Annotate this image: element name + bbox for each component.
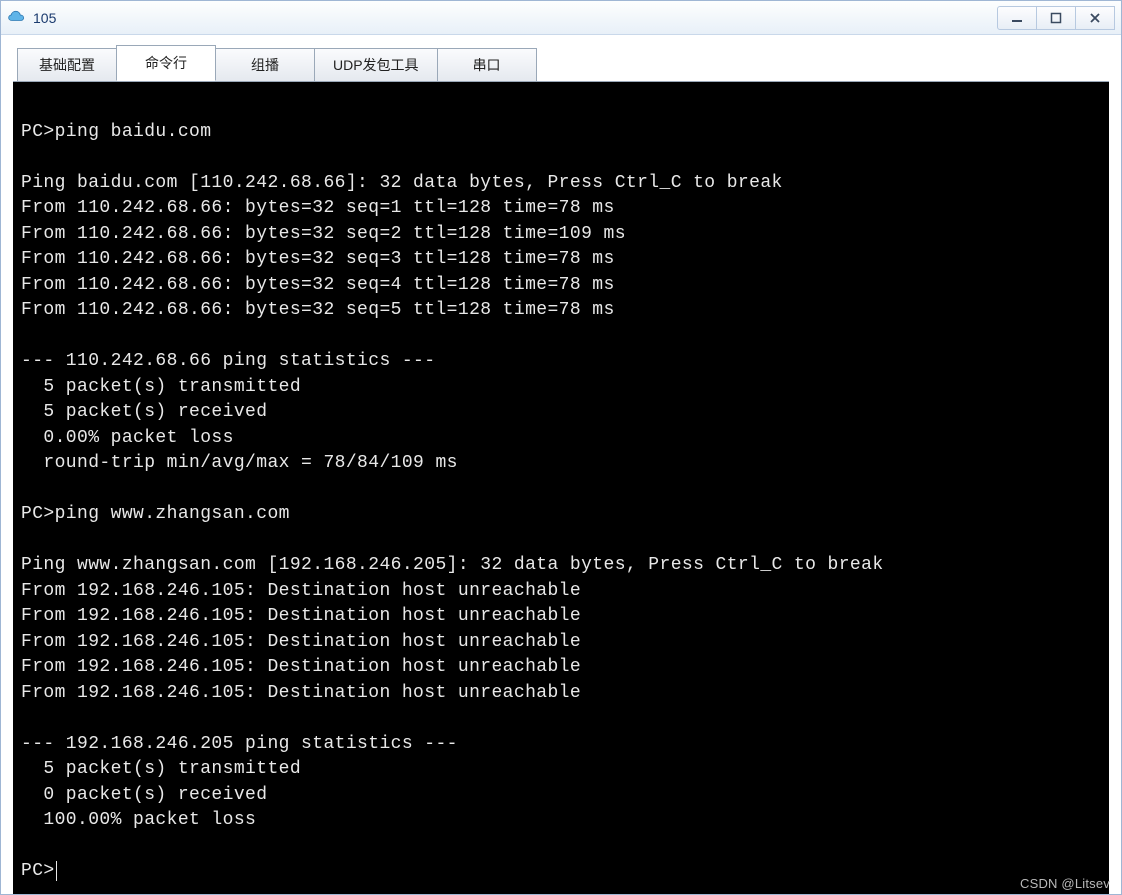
tabbar: 基础配置 命令行 组播 UDP发包工具 串口	[1, 35, 1121, 81]
terminal-output[interactable]: PC>ping baidu.com Ping baidu.com [110.24…	[13, 82, 1109, 894]
minimize-button[interactable]	[997, 6, 1037, 30]
tab-multicast[interactable]: 组播	[215, 48, 315, 82]
terminal-panel: PC>ping baidu.com Ping baidu.com [110.24…	[13, 81, 1109, 894]
close-button[interactable]	[1075, 6, 1115, 30]
tab-serial[interactable]: 串口	[437, 48, 537, 82]
tab-basic-config[interactable]: 基础配置	[17, 48, 117, 82]
titlebar-left: 105	[7, 8, 56, 28]
tab-udp-tool[interactable]: UDP发包工具	[314, 48, 438, 82]
app-window: 105 基础配置 命令行 组播 UDP发包工具 串口 PC>ping baidu…	[0, 0, 1122, 895]
terminal-cursor	[56, 861, 57, 881]
window-controls	[998, 6, 1115, 30]
titlebar[interactable]: 105	[1, 1, 1121, 35]
maximize-button[interactable]	[1036, 6, 1076, 30]
tab-command-line[interactable]: 命令行	[116, 45, 216, 81]
cloud-icon	[7, 8, 27, 28]
window-title: 105	[33, 10, 56, 26]
